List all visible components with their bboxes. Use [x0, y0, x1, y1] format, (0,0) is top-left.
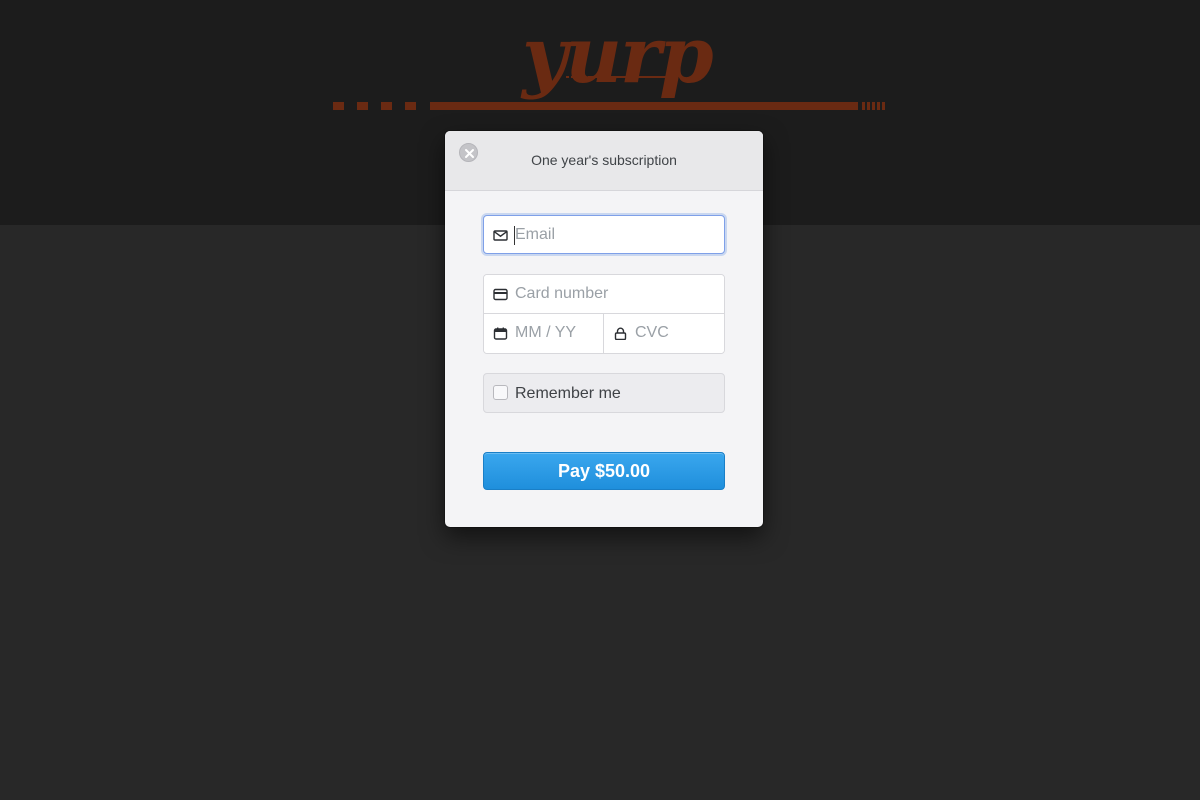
- site-logo: yurp: [330, 14, 886, 114]
- credit-card-icon: [493, 288, 508, 301]
- expiry-input[interactable]: MM / YY: [484, 314, 604, 353]
- pay-button[interactable]: Pay $50.00: [483, 452, 725, 490]
- calendar-icon: [493, 327, 508, 340]
- checkout-dialog: One year's subscription Email Card numbe…: [445, 131, 763, 527]
- cvc-input[interactable]: CVC: [604, 314, 724, 353]
- mail-icon: [493, 230, 508, 241]
- email-placeholder: Email: [515, 226, 556, 243]
- dialog-header: One year's subscription: [445, 131, 763, 191]
- card-number-input[interactable]: Card number: [484, 275, 724, 314]
- logo-wordmark: yurp: [520, 14, 713, 101]
- lock-icon: [614, 327, 627, 340]
- card-details-group: Card number MM / YY CVC: [483, 274, 725, 354]
- card-number-placeholder: Card number: [515, 285, 609, 302]
- remember-me-row[interactable]: Remember me: [483, 373, 725, 413]
- remember-me-checkbox[interactable]: [493, 385, 508, 400]
- logo-rule: [333, 102, 885, 110]
- remember-me-label: Remember me: [515, 385, 621, 402]
- cvc-placeholder: CVC: [635, 324, 669, 341]
- dialog-title: One year's subscription: [531, 152, 677, 168]
- email-input[interactable]: Email: [483, 215, 725, 254]
- expiry-placeholder: MM / YY: [515, 324, 577, 341]
